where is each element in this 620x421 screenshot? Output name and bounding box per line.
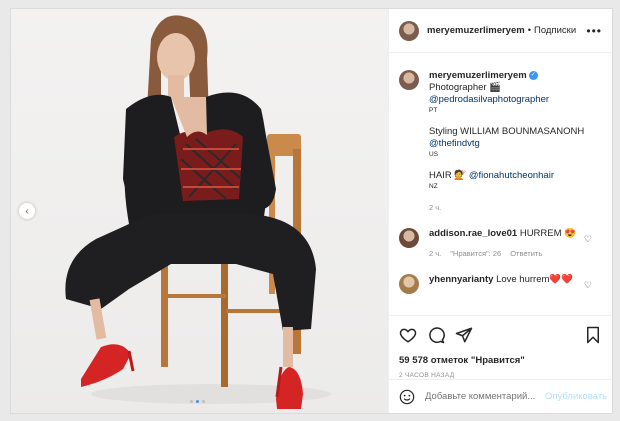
stylist-link[interactable]: @thefindvtg	[429, 138, 584, 150]
post-actions: 59 578 отметок "Нравится" 2 ЧАСОВ НАЗАД	[389, 315, 612, 379]
post-dialog: ‹ meryemuzerlimeryem • Подписки ••• mery…	[10, 8, 613, 414]
comment-like-heart-icon[interactable]: ♡	[584, 234, 592, 245]
likes-count[interactable]: 59 578 отметок "Нравится"	[399, 355, 602, 366]
comment-item: yhennyarianty Love hurrem❤️❤️ ♡	[399, 274, 602, 294]
avatar[interactable]	[399, 20, 419, 41]
caption-line: HAIR 💇	[429, 170, 467, 181]
caption-country: US	[429, 151, 439, 158]
caption-username[interactable]: meryemuzerlimeryem	[429, 70, 527, 81]
carousel-dot	[202, 400, 205, 403]
carousel-dot-active	[196, 400, 199, 403]
add-comment-bar: Опубликовать	[389, 379, 612, 413]
emoji-icon[interactable]	[399, 389, 415, 405]
prev-slide-button[interactable]: ‹	[19, 203, 35, 219]
caption-line: Photographer 🎬	[429, 82, 502, 93]
share-icon[interactable]	[455, 326, 473, 344]
post-author-username[interactable]: meryemuzerlimeryem	[427, 25, 525, 36]
comment-icon[interactable]	[427, 326, 445, 344]
comment-item: addison.rae_love01 HURREM 😍 2 ч. "Нравит…	[399, 228, 602, 260]
comment-username[interactable]: yhennyarianty	[429, 274, 493, 285]
photo-illustration	[65, 15, 331, 409]
comment-timestamp[interactable]: 2 ч.	[429, 248, 441, 260]
caption-text: meryemuzerlimeryem ✓ Photographer 🎬 @pedr…	[429, 70, 584, 214]
heart-icon[interactable]	[399, 326, 417, 344]
comment-input[interactable]	[425, 391, 545, 402]
follow-button[interactable]: Подписки	[534, 25, 576, 36]
caption-country: NZ	[429, 183, 438, 190]
carousel-indicator	[190, 400, 205, 403]
comment-text: Love hurrem❤️❤️	[496, 274, 574, 285]
commenter-avatar[interactable]	[399, 228, 419, 248]
hair-link[interactable]: @fionahutcheonhair	[469, 170, 554, 181]
more-options-icon[interactable]: •••	[586, 24, 602, 38]
comment-likes[interactable]: "Нравится": 26	[450, 248, 501, 260]
verified-badge-icon: ✓	[528, 70, 538, 80]
reply-button[interactable]: Ответить	[510, 248, 542, 260]
caption-timestamp[interactable]: 2 ч.	[429, 202, 584, 214]
comment-text: HURREM 😍	[519, 228, 576, 239]
post-timestamp[interactable]: 2 ЧАСОВ НАЗАД	[399, 372, 602, 379]
post-header: meryemuzerlimeryem • Подписки •••	[389, 9, 612, 53]
comment-like-heart-icon[interactable]: ♡	[584, 280, 592, 291]
post-side-panel: meryemuzerlimeryem • Подписки ••• meryem…	[388, 9, 612, 413]
post-photo[interactable]: ‹	[11, 9, 388, 413]
carousel-dot	[190, 400, 193, 403]
caption: meryemuzerlimeryem ✓ Photographer 🎬 @pedr…	[399, 70, 602, 214]
caption-line: Styling WILLIAM BOUNMASANONH	[429, 126, 585, 137]
comment-username[interactable]: addison.rae_love01	[429, 228, 517, 239]
commenter-avatar[interactable]	[399, 274, 419, 294]
bookmark-icon[interactable]	[584, 326, 602, 344]
caption-avatar[interactable]	[399, 70, 419, 90]
follow-separator: •	[527, 25, 532, 36]
caption-country: PT	[429, 107, 438, 114]
comments-list[interactable]: meryemuzerlimeryem ✓ Photographer 🎬 @pedr…	[389, 54, 612, 314]
photographer-link[interactable]: @pedrodasilvaphotographer	[429, 94, 584, 106]
publish-button[interactable]: Опубликовать	[545, 391, 607, 402]
